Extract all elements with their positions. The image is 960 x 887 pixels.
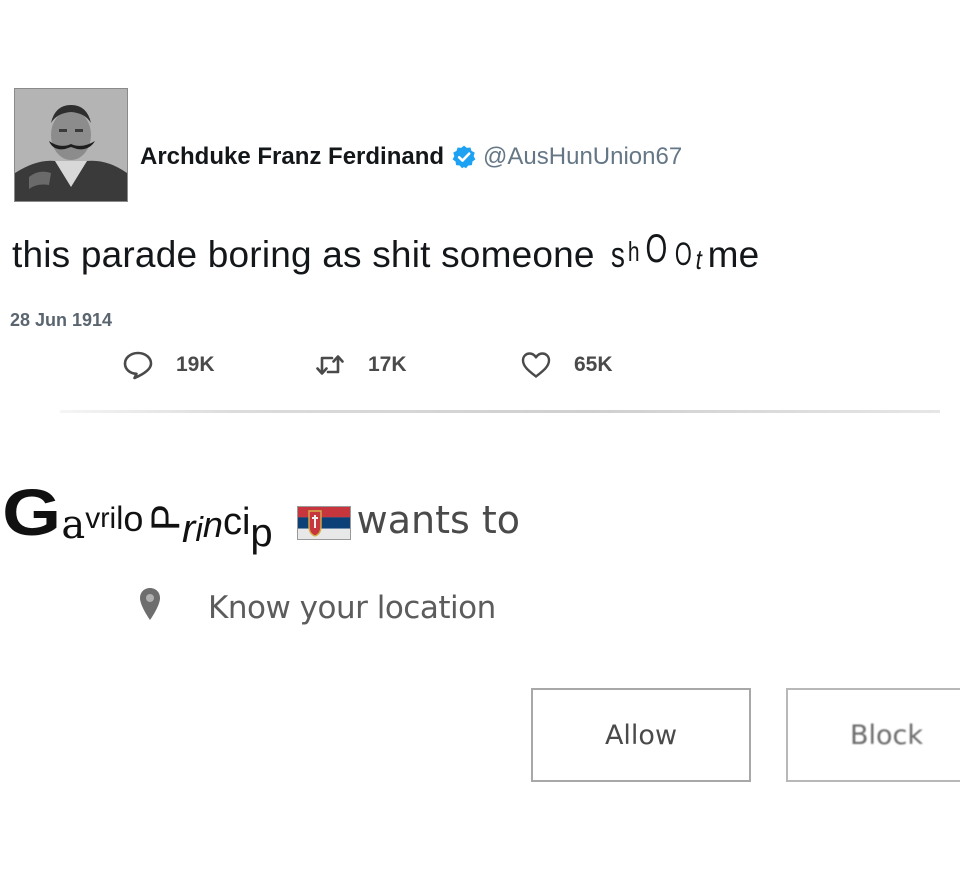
permission-prompt-header: GavriloPrincip wants to xyxy=(0,470,521,555)
tweet-actions: 19K 17K 65K xyxy=(0,342,960,390)
sender-letter: l xyxy=(116,500,124,536)
divider xyxy=(60,410,940,413)
sender-letter: p xyxy=(250,511,273,555)
tweet-text: this parade boring as shit someone shOOt… xyxy=(12,227,760,277)
sender-letter: v xyxy=(85,502,101,535)
shoot-word: shOOt xyxy=(609,227,702,277)
sender-letter: i xyxy=(109,502,117,535)
block-button-label: Block xyxy=(850,719,924,751)
shoot-letter: O xyxy=(645,227,667,271)
retweet-button[interactable]: 17K xyxy=(314,342,407,388)
like-button[interactable]: 65K xyxy=(520,342,613,388)
sender-letter: G xyxy=(2,475,62,549)
sender-name: GavriloPrincip xyxy=(0,474,273,555)
reply-button[interactable]: 19K xyxy=(122,342,215,388)
allow-button[interactable]: Allow xyxy=(531,688,751,782)
retweet-count: 17K xyxy=(368,353,407,376)
tweet-text-start: this parade boring as shit someone xyxy=(12,234,606,275)
author-avatar[interactable] xyxy=(14,88,128,202)
like-count: 65K xyxy=(574,353,613,376)
shoot-letter: h xyxy=(628,236,640,267)
shoot-letter: s xyxy=(611,234,625,275)
sender-letter: P xyxy=(144,504,189,531)
sender-letter: i xyxy=(241,501,251,543)
permission-text: Know your location xyxy=(208,590,496,626)
tweet-text-end: me xyxy=(707,234,760,275)
tweet-date[interactable]: 28 Jun 1914 xyxy=(10,310,112,331)
shoot-letter: O xyxy=(674,236,692,272)
author-handle[interactable]: @AusHunUnion67 xyxy=(483,143,682,171)
sender-letter: n xyxy=(202,504,223,545)
sender-letter: a xyxy=(61,502,86,548)
location-pin-icon xyxy=(138,586,162,630)
sender-letter: c xyxy=(222,501,242,543)
author-name[interactable]: Archduke Franz Ferdinand xyxy=(140,143,444,171)
sender-letter: r xyxy=(100,502,110,533)
tweet-author: Archduke Franz Ferdinand @AusHunUnion67 xyxy=(140,143,682,171)
shoot-letter: t xyxy=(695,244,701,275)
sender-letter: i xyxy=(195,511,203,549)
verified-badge-icon xyxy=(451,144,477,170)
permission-request: Know your location xyxy=(138,586,496,630)
serbian-flag-icon xyxy=(296,506,351,540)
block-button[interactable]: Block xyxy=(786,688,960,782)
reply-icon xyxy=(122,349,154,381)
wants-to-text: wants to xyxy=(356,498,521,542)
retweet-icon xyxy=(314,349,346,381)
heart-icon xyxy=(520,349,552,381)
sender-letter: o xyxy=(123,498,144,539)
allow-button-label: Allow xyxy=(604,719,678,751)
reply-count: 19K xyxy=(176,353,215,376)
